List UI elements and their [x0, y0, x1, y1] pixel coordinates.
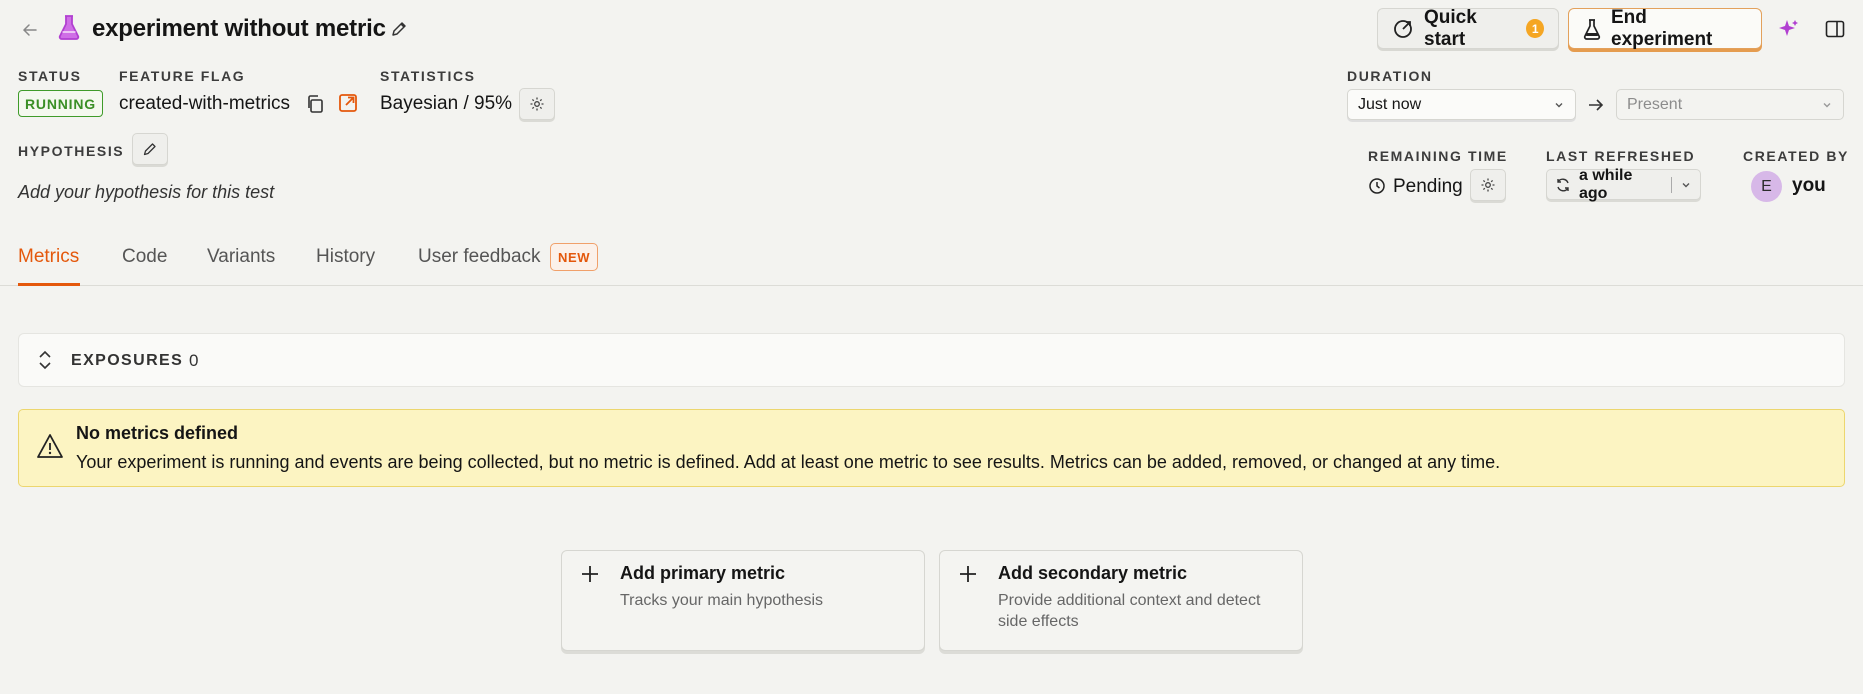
- gear-icon: [529, 96, 545, 112]
- duration-label: DURATION: [1347, 68, 1433, 84]
- last-refreshed-value: a while ago: [1579, 166, 1633, 202]
- remaining-time-settings-button[interactable]: [1470, 169, 1506, 201]
- pencil-icon[interactable]: [388, 18, 410, 40]
- statistics-value: Bayesian / 95%: [380, 93, 513, 114]
- rocket-icon: [1392, 18, 1414, 40]
- exposures-count: 0: [189, 351, 199, 370]
- page-title: experiment without metric: [92, 15, 386, 42]
- avatar: E: [1751, 171, 1782, 202]
- hypothesis-text: Add your hypothesis for this test: [18, 182, 275, 202]
- created-by-label: CREATED BY: [1743, 148, 1849, 164]
- active-tab-indicator: [18, 283, 80, 286]
- sidebar-toggle-icon[interactable]: [1824, 18, 1846, 40]
- quick-start-button[interactable]: Quick start 1: [1377, 6, 1559, 50]
- status-badge: RUNNING: [18, 90, 103, 117]
- duration-end-select[interactable]: Present: [1616, 89, 1844, 120]
- sparkle-icon[interactable]: [1776, 17, 1800, 41]
- tab-user-feedback[interactable]: User feedback: [418, 246, 541, 268]
- add-primary-metric-description: Tracks your main hypothesis: [620, 592, 824, 609]
- warning-text: Your experiment is running and events ar…: [76, 452, 1501, 472]
- add-secondary-metric-description: Provide additional context and detect si…: [998, 590, 1260, 632]
- clock-icon: [1368, 177, 1386, 195]
- last-refreshed-label: LAST REFRESHED: [1546, 148, 1696, 164]
- quick-start-badge: 1: [1526, 19, 1544, 38]
- statistics-settings-button[interactable]: [519, 88, 555, 120]
- chevron-down-icon[interactable]: [1680, 179, 1692, 191]
- tabs-divider: [0, 285, 1863, 286]
- add-secondary-metric-button[interactable]: Add secondary metric Provide additional …: [939, 550, 1303, 651]
- gear-icon: [1480, 177, 1496, 193]
- edit-hypothesis-button[interactable]: [132, 133, 168, 165]
- tab-code[interactable]: Code: [122, 246, 167, 268]
- external-link-icon[interactable]: [337, 92, 359, 114]
- arrow-right-icon: [1586, 95, 1606, 115]
- feature-flag-label: FEATURE FLAG: [119, 68, 246, 84]
- feature-flag-link[interactable]: created-with-metrics: [119, 93, 290, 115]
- flask-icon: [1583, 18, 1601, 40]
- add-primary-metric-button[interactable]: Add primary metric Tracks your main hypo…: [561, 550, 925, 651]
- quick-start-label: Quick start: [1424, 6, 1477, 50]
- creator-name: you: [1792, 175, 1826, 196]
- plus-icon: [957, 563, 979, 585]
- duration-start-value: Just now: [1358, 95, 1422, 113]
- description-line: side effects: [998, 613, 1079, 630]
- hypothesis-label: HYPOTHESIS: [18, 143, 125, 159]
- description-line: Provide additional context and detect: [998, 592, 1261, 609]
- copy-icon[interactable]: [304, 93, 326, 115]
- plus-icon: [579, 563, 601, 585]
- expand-collapse-icon[interactable]: [36, 348, 54, 372]
- status-label: STATUS: [18, 68, 82, 84]
- no-metrics-warning: [18, 409, 1845, 487]
- statistics-label: STATISTICS: [380, 68, 476, 84]
- remaining-time-label: REMAINING TIME: [1368, 148, 1508, 164]
- chevron-down-icon: [1821, 99, 1833, 111]
- warning-title: No metrics defined: [76, 423, 239, 443]
- back-arrow-icon[interactable]: [18, 18, 42, 42]
- exposures-label: EXPOSURES: [71, 352, 184, 369]
- flask-icon: [58, 14, 80, 42]
- end-experiment-label: End experiment: [1611, 6, 1713, 50]
- tab-history[interactable]: History: [316, 246, 375, 268]
- new-badge: NEW: [550, 243, 599, 271]
- refresh-icon: [1555, 177, 1571, 193]
- exposures-panel[interactable]: [18, 333, 1845, 387]
- remaining-time-value: Pending: [1393, 176, 1463, 197]
- end-experiment-button[interactable]: End experiment: [1568, 6, 1762, 50]
- chevron-down-icon: [1553, 99, 1565, 111]
- duration-end-value: Present: [1627, 95, 1683, 113]
- refresh-button[interactable]: a while ago: [1546, 166, 1701, 202]
- warning-icon: [36, 433, 64, 459]
- tab-metrics[interactable]: Metrics: [18, 246, 79, 268]
- tab-variants[interactable]: Variants: [207, 246, 275, 268]
- duration-start-select[interactable]: Just now: [1347, 89, 1576, 120]
- divider: [1671, 176, 1672, 193]
- pencil-icon: [142, 141, 158, 157]
- add-primary-metric-title: Add primary metric: [620, 563, 786, 583]
- add-secondary-metric-title: Add secondary metric: [998, 563, 1188, 583]
